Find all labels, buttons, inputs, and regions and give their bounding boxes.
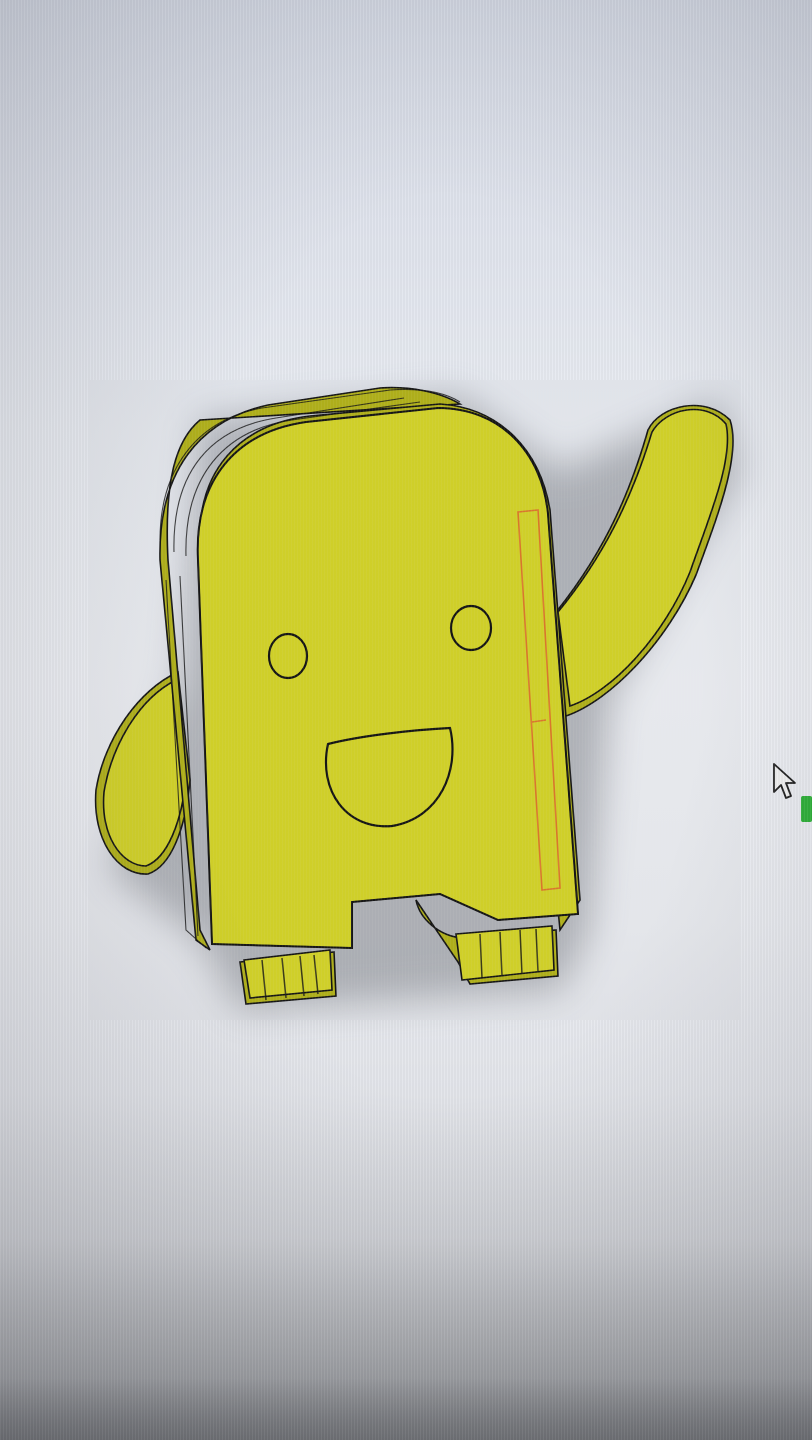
- mouse-pointer-icon: [773, 763, 796, 799]
- monitor-screen: [0, 0, 812, 1440]
- status-indicator: [801, 796, 812, 822]
- moire-overlay: [90, 380, 740, 1020]
- yellow-character-model[interactable]: [0, 0, 812, 1440]
- cad-3d-viewport[interactable]: [0, 0, 812, 1440]
- monitor-bezel: [0, 1378, 812, 1440]
